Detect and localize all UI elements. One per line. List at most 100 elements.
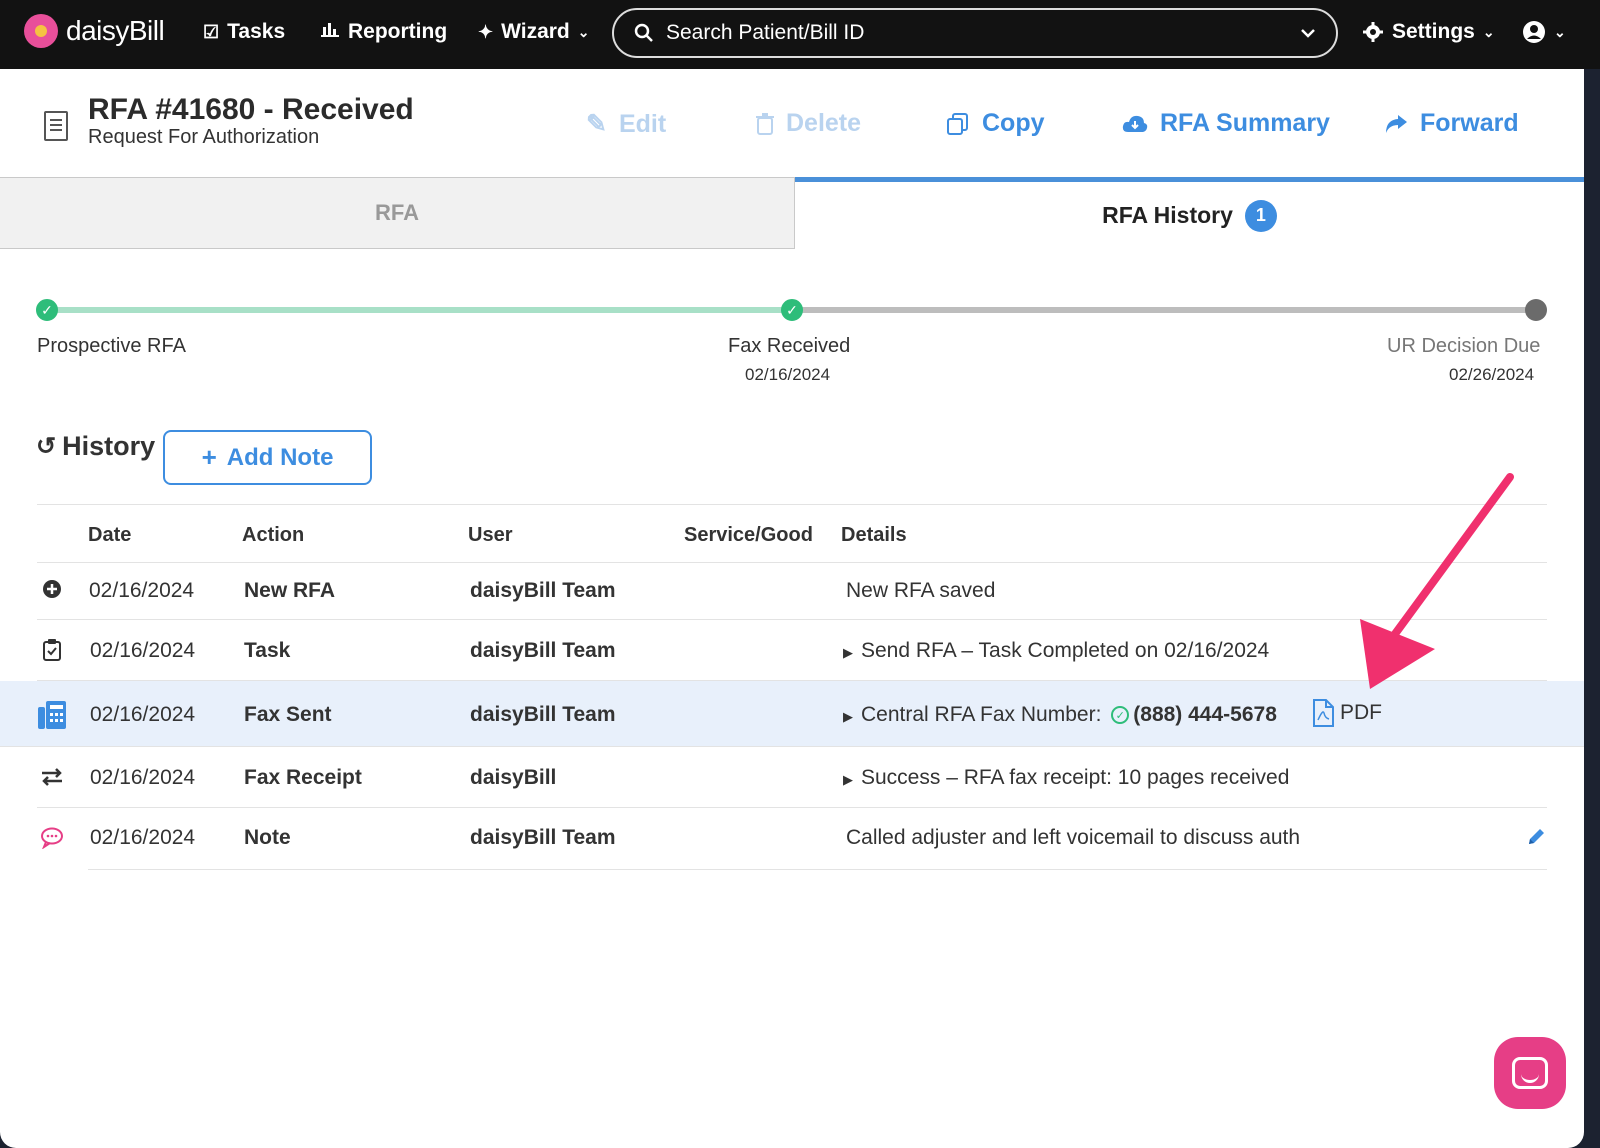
column-header-details: Details [841,524,907,546]
fax-icon [38,701,68,729]
pdf-link[interactable]: PDF [1312,699,1382,727]
cell-details-expandable[interactable]: ▶ Send RFA – Task Completed on 02/16/2024 [843,639,1269,663]
chevron-down-icon: ⌄ [1482,23,1495,40]
share-arrow-icon [1386,114,1407,133]
cell-details-text: Success – RFA fax receipt: 10 pages rece… [861,766,1290,789]
nav-reporting[interactable]: Reporting [320,20,447,44]
cell-details: Called adjuster and left voicemail to di… [846,826,1301,849]
copy-button[interactable]: Copy [946,109,1045,138]
nav-tasks-label: Tasks [227,20,286,43]
step-date: 02/16/2024 [745,365,831,384]
cell-user: daisyBill Team [470,826,616,849]
delete-button-label: Delete [786,109,862,137]
annotation-arrow-icon [1360,473,1514,689]
table-divider [37,504,1547,505]
cell-details-text: Central RFA Fax Number: [861,703,1102,726]
nav-tasks[interactable]: ☑ Tasks [203,20,285,44]
app: daisyBill ☑ Tasks Reporting ✦ Wizard ⌄ S… [0,0,1600,1148]
magic-wand-icon: ✦ [478,21,494,42]
progress-track-complete [47,307,792,313]
chevron-down-icon: ⌄ [577,23,590,40]
page-title: RFA #41680 - Received [88,93,414,126]
chat-launcher-button[interactable] [1494,1037,1566,1109]
plus-circle-icon [40,577,64,601]
tab-rfa-history-label: RFA History [1102,202,1233,228]
history-title: History [62,431,156,461]
table-divider [88,869,1547,870]
step-complete-check-icon: ✓ [36,299,58,321]
history-heading: ↺ History [36,431,155,462]
copy-button-label: Copy [982,109,1045,137]
cell-date: 02/16/2024 [90,703,196,726]
cell-user: daisyBill [470,766,557,789]
trash-icon [756,112,774,135]
cloud-download-icon [1122,115,1148,132]
cell-action: Fax Sent [244,703,332,726]
history-icon: ↺ [36,433,57,460]
column-header-date: Date [88,524,132,546]
copy-icon [947,112,968,135]
cell-date: 02/16/2024 [90,766,196,789]
cell-action: Note [244,826,291,849]
step-label: Prospective RFA [37,335,186,357]
step-complete-check-icon: ✓ [781,299,803,321]
tab-rfa-history[interactable]: RFA History 1 [795,177,1584,249]
step-pending-dot [1525,299,1547,321]
column-header-user: User [468,524,513,546]
tab-rfa-label: RFA [375,200,419,225]
main-content: RFA #41680 - Received Request For Author… [0,69,1584,1148]
exchange-icon [40,765,64,789]
daisy-logo-icon [24,14,58,48]
cell-details: New RFA saved [846,579,996,602]
add-note-button[interactable]: + Add Note [163,430,372,485]
cell-date: 02/16/2024 [90,826,196,849]
rfa-summary-button-label: RFA Summary [1160,109,1330,137]
edit-note-pencil-icon[interactable] [1526,827,1546,847]
rfa-summary-button[interactable]: RFA Summary [1122,109,1330,138]
plus-icon: + [201,442,217,472]
caret-right-icon: ▶ [843,645,853,660]
pdf-link-label: PDF [1340,701,1382,724]
edit-button-label: Edit [618,109,667,138]
forward-button[interactable]: Forward [1384,109,1519,138]
user-menu[interactable]: ⌄ [1522,20,1566,44]
edit-button[interactable]: ✎ Edit [586,109,666,139]
nav-reporting-label: Reporting [348,20,448,43]
cell-user: daisyBill Team [470,703,616,726]
step-date: 02/26/2024 [1449,365,1535,384]
nav-wizard[interactable]: ✦ Wizard ⌄ [478,20,589,44]
cell-user: daisyBill Team [470,639,616,662]
cell-action: New RFA [244,579,336,602]
fax-number: (888) 444-5678 [1133,703,1277,726]
progress-track-pending [792,307,1536,313]
clipboard-check-icon [40,638,64,662]
page-subtitle: Request For Authorization [88,126,320,148]
caret-right-icon: ▶ [843,772,853,787]
comment-icon [40,826,64,850]
nav-wizard-label: Wizard [501,20,570,43]
cell-details-expandable[interactable]: ▶ Central RFA Fax Number: ✓ (888) 444-5678 [843,703,1277,727]
bar-chart-icon [320,21,340,44]
chevron-down-icon: ⌄ [1554,23,1566,40]
cell-date: 02/16/2024 [90,639,196,662]
chat-icon [1512,1057,1548,1089]
column-header-service-good: Service/Good [684,524,813,546]
search-input[interactable]: Search Patient/Bill ID [612,8,1338,58]
cell-action: Fax Receipt [244,766,362,789]
cell-details-expandable[interactable]: ▶ Success – RFA fax receipt: 10 pages rec… [843,766,1289,790]
cell-date: 02/16/2024 [89,579,195,602]
clipboard-check-icon: ☑ [203,21,220,42]
caret-right-icon: ▶ [843,709,853,724]
column-header-action: Action [242,524,305,546]
nav-settings[interactable]: Settings ⌄ [1362,20,1495,44]
chevron-down-icon[interactable] [1300,28,1316,38]
delete-button[interactable]: Delete [756,109,861,138]
step-label: UR Decision Due [1387,335,1541,357]
tab-rfa[interactable]: RFA [0,177,795,249]
cell-user: daisyBill Team [470,579,616,602]
search-icon [634,23,653,42]
search-placeholder: Search Patient/Bill ID [666,21,865,44]
logo[interactable]: daisyBill [24,14,165,48]
table-row: 02/16/2024 Note daisyBill Team Called ad… [0,808,1584,869]
table-row: 02/16/2024 Fax Receipt daisyBill ▶ Succes… [0,747,1584,807]
